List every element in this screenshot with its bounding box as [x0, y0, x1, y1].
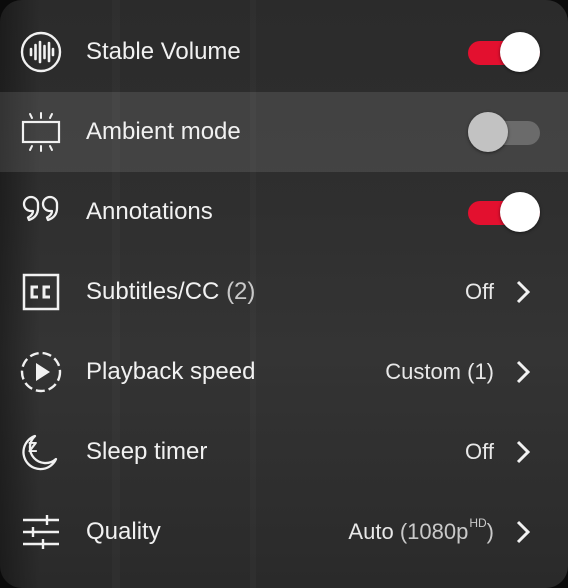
quality-value: Auto (1080pHD) [348, 515, 494, 545]
annotations-icon [18, 189, 64, 235]
quality-mode: Auto [348, 519, 394, 544]
subtitles-label: Subtitles/CC (2) [86, 278, 255, 306]
sleep-timer-value: Off [465, 439, 494, 464]
hd-badge: HD [469, 515, 487, 530]
menu-item-sleep-timer[interactable]: Z Sleep timer Off [0, 412, 568, 492]
playback-speed-value: Custom (1) [385, 359, 494, 384]
menu-item-quality[interactable]: Quality Auto (1080pHD) [0, 492, 568, 572]
menu-item-ambient-mode[interactable]: Ambient mode [0, 92, 568, 172]
playback-speed-icon [18, 349, 64, 395]
menu-item-playback-speed[interactable]: Playback speed Custom (1) [0, 332, 568, 412]
annotations-label: Annotations [86, 198, 213, 225]
chevron-right-icon [516, 360, 530, 384]
subtitles-label-text: Subtitles/CC [86, 278, 220, 305]
playback-speed-label: Playback speed [86, 358, 256, 385]
ambient-mode-label: Ambient mode [86, 118, 241, 145]
chevron-right-icon [516, 440, 530, 464]
subtitles-value: Off [465, 279, 494, 304]
chevron-right-icon [516, 280, 530, 304]
stable-volume-icon [18, 29, 64, 75]
quality-sliders-icon [18, 509, 64, 555]
sleep-timer-icon: Z [18, 429, 64, 475]
quality-resolution: (1080p [399, 519, 469, 544]
menu-item-annotations[interactable]: Annotations [0, 172, 568, 252]
quality-label: Quality [86, 518, 161, 545]
settings-menu: Stable Volume Ambient mode Annotations S… [0, 0, 568, 588]
toggle-knob [500, 192, 540, 232]
stable-volume-label: Stable Volume [86, 38, 241, 65]
quality-resolution-close: ) [486, 519, 494, 544]
toggle-knob [500, 32, 540, 72]
menu-item-stable-volume[interactable]: Stable Volume [0, 12, 568, 92]
sleep-timer-label: Sleep timer [86, 438, 208, 465]
svg-text:Z: Z [28, 441, 37, 456]
stable-volume-toggle[interactable] [468, 31, 540, 73]
ambient-mode-icon [18, 109, 64, 155]
closed-captions-icon [18, 269, 64, 315]
subtitles-track-count: (2) [226, 278, 256, 305]
menu-item-subtitles[interactable]: Subtitles/CC (2) Off [0, 252, 568, 332]
toggle-knob [468, 112, 508, 152]
ambient-mode-toggle[interactable] [468, 111, 540, 153]
chevron-right-icon [516, 520, 530, 544]
annotations-toggle[interactable] [468, 191, 540, 233]
